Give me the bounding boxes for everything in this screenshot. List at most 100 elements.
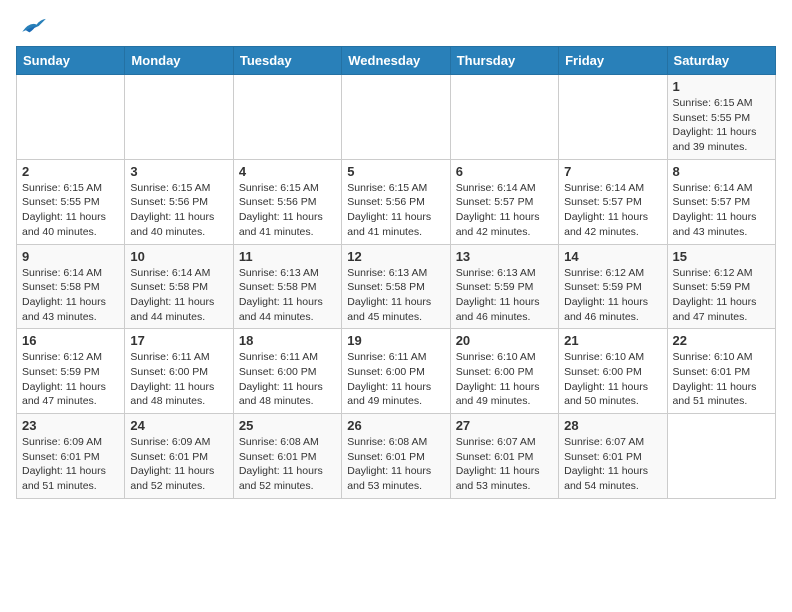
day-info: Sunrise: 6:14 AMSunset: 5:58 PMDaylight:…: [130, 266, 227, 325]
day-number: 14: [564, 249, 661, 264]
day-info: Sunrise: 6:11 AMSunset: 6:00 PMDaylight:…: [130, 350, 227, 409]
calendar-cell: 24 Sunrise: 6:09 AMSunset: 6:01 PMDayligh…: [125, 414, 233, 499]
day-number: 10: [130, 249, 227, 264]
day-info: Sunrise: 6:08 AMSunset: 6:01 PMDaylight:…: [239, 435, 336, 494]
day-info: Sunrise: 6:10 AMSunset: 6:01 PMDaylight:…: [673, 350, 770, 409]
day-number: 25: [239, 418, 336, 433]
day-number: 22: [673, 333, 770, 348]
calendar-cell: 8 Sunrise: 6:14 AMSunset: 5:57 PMDaylight…: [667, 159, 775, 244]
day-info: Sunrise: 6:12 AMSunset: 5:59 PMDaylight:…: [22, 350, 119, 409]
day-number: 23: [22, 418, 119, 433]
calendar-cell: 1 Sunrise: 6:15 AMSunset: 5:55 PMDaylight…: [667, 75, 775, 160]
day-info: Sunrise: 6:11 AMSunset: 6:00 PMDaylight:…: [347, 350, 444, 409]
logo: [16, 16, 48, 36]
day-info: Sunrise: 6:12 AMSunset: 5:59 PMDaylight:…: [673, 266, 770, 325]
calendar-cell: 5 Sunrise: 6:15 AMSunset: 5:56 PMDaylight…: [342, 159, 450, 244]
calendar-cell: 7 Sunrise: 6:14 AMSunset: 5:57 PMDaylight…: [559, 159, 667, 244]
day-number: 3: [130, 164, 227, 179]
calendar-cell: 2 Sunrise: 6:15 AMSunset: 5:55 PMDaylight…: [17, 159, 125, 244]
day-info: Sunrise: 6:15 AMSunset: 5:56 PMDaylight:…: [239, 181, 336, 240]
calendar-header-monday: Monday: [125, 47, 233, 75]
day-number: 13: [456, 249, 553, 264]
calendar-week-2: 2 Sunrise: 6:15 AMSunset: 5:55 PMDaylight…: [17, 159, 776, 244]
calendar-cell: [233, 75, 341, 160]
day-number: 8: [673, 164, 770, 179]
calendar-cell: 15 Sunrise: 6:12 AMSunset: 5:59 PMDayligh…: [667, 244, 775, 329]
day-number: 17: [130, 333, 227, 348]
calendar-cell: [667, 414, 775, 499]
day-info: Sunrise: 6:08 AMSunset: 6:01 PMDaylight:…: [347, 435, 444, 494]
calendar-cell: [559, 75, 667, 160]
calendar-cell: 12 Sunrise: 6:13 AMSunset: 5:58 PMDayligh…: [342, 244, 450, 329]
calendar-cell: 6 Sunrise: 6:14 AMSunset: 5:57 PMDaylight…: [450, 159, 558, 244]
day-info: Sunrise: 6:07 AMSunset: 6:01 PMDaylight:…: [564, 435, 661, 494]
logo-bird-icon: [18, 16, 48, 36]
day-number: 4: [239, 164, 336, 179]
calendar-cell: [125, 75, 233, 160]
day-info: Sunrise: 6:14 AMSunset: 5:57 PMDaylight:…: [564, 181, 661, 240]
calendar-cell: 16 Sunrise: 6:12 AMSunset: 5:59 PMDayligh…: [17, 329, 125, 414]
day-info: Sunrise: 6:11 AMSunset: 6:00 PMDaylight:…: [239, 350, 336, 409]
day-info: Sunrise: 6:14 AMSunset: 5:57 PMDaylight:…: [673, 181, 770, 240]
calendar-cell: 27 Sunrise: 6:07 AMSunset: 6:01 PMDayligh…: [450, 414, 558, 499]
day-info: Sunrise: 6:10 AMSunset: 6:00 PMDaylight:…: [564, 350, 661, 409]
day-info: Sunrise: 6:09 AMSunset: 6:01 PMDaylight:…: [22, 435, 119, 494]
day-number: 5: [347, 164, 444, 179]
calendar-cell: 13 Sunrise: 6:13 AMSunset: 5:59 PMDayligh…: [450, 244, 558, 329]
day-info: Sunrise: 6:14 AMSunset: 5:57 PMDaylight:…: [456, 181, 553, 240]
calendar-cell: [450, 75, 558, 160]
calendar-header-sunday: Sunday: [17, 47, 125, 75]
calendar-cell: 10 Sunrise: 6:14 AMSunset: 5:58 PMDayligh…: [125, 244, 233, 329]
calendar-cell: 26 Sunrise: 6:08 AMSunset: 6:01 PMDayligh…: [342, 414, 450, 499]
day-info: Sunrise: 6:13 AMSunset: 5:58 PMDaylight:…: [239, 266, 336, 325]
day-info: Sunrise: 6:14 AMSunset: 5:58 PMDaylight:…: [22, 266, 119, 325]
calendar-cell: 17 Sunrise: 6:11 AMSunset: 6:00 PMDayligh…: [125, 329, 233, 414]
day-info: Sunrise: 6:15 AMSunset: 5:56 PMDaylight:…: [347, 181, 444, 240]
day-number: 2: [22, 164, 119, 179]
day-number: 11: [239, 249, 336, 264]
calendar-cell: 18 Sunrise: 6:11 AMSunset: 6:00 PMDayligh…: [233, 329, 341, 414]
calendar-header-tuesday: Tuesday: [233, 47, 341, 75]
calendar-cell: [17, 75, 125, 160]
day-info: Sunrise: 6:09 AMSunset: 6:01 PMDaylight:…: [130, 435, 227, 494]
day-info: Sunrise: 6:15 AMSunset: 5:55 PMDaylight:…: [673, 96, 770, 155]
calendar-header-friday: Friday: [559, 47, 667, 75]
day-number: 7: [564, 164, 661, 179]
day-info: Sunrise: 6:13 AMSunset: 5:58 PMDaylight:…: [347, 266, 444, 325]
day-info: Sunrise: 6:13 AMSunset: 5:59 PMDaylight:…: [456, 266, 553, 325]
day-number: 24: [130, 418, 227, 433]
day-number: 9: [22, 249, 119, 264]
calendar-header-wednesday: Wednesday: [342, 47, 450, 75]
day-number: 18: [239, 333, 336, 348]
day-number: 26: [347, 418, 444, 433]
day-number: 21: [564, 333, 661, 348]
calendar-cell: [342, 75, 450, 160]
calendar-header-row: SundayMondayTuesdayWednesdayThursdayFrid…: [17, 47, 776, 75]
day-number: 16: [22, 333, 119, 348]
day-number: 6: [456, 164, 553, 179]
calendar-week-4: 16 Sunrise: 6:12 AMSunset: 5:59 PMDayligh…: [17, 329, 776, 414]
calendar-cell: 14Sunrise: 6:12 AMSunset: 5:59 PMDayligh…: [559, 244, 667, 329]
calendar-cell: 22 Sunrise: 6:10 AMSunset: 6:01 PMDayligh…: [667, 329, 775, 414]
calendar-cell: 19 Sunrise: 6:11 AMSunset: 6:00 PMDayligh…: [342, 329, 450, 414]
day-number: 1: [673, 79, 770, 94]
calendar-cell: 21 Sunrise: 6:10 AMSunset: 6:00 PMDayligh…: [559, 329, 667, 414]
day-info: Sunrise: 6:15 AMSunset: 5:55 PMDaylight:…: [22, 181, 119, 240]
calendar-cell: 28 Sunrise: 6:07 AMSunset: 6:01 PMDayligh…: [559, 414, 667, 499]
calendar-week-5: 23 Sunrise: 6:09 AMSunset: 6:01 PMDayligh…: [17, 414, 776, 499]
day-info: Sunrise: 6:10 AMSunset: 6:00 PMDaylight:…: [456, 350, 553, 409]
page-header: [16, 16, 776, 36]
day-info: Sunrise: 6:07 AMSunset: 6:01 PMDaylight:…: [456, 435, 553, 494]
calendar-cell: 4 Sunrise: 6:15 AMSunset: 5:56 PMDaylight…: [233, 159, 341, 244]
day-info: Sunrise: 6:15 AMSunset: 5:56 PMDaylight:…: [130, 181, 227, 240]
day-number: 19: [347, 333, 444, 348]
calendar-cell: 25 Sunrise: 6:08 AMSunset: 6:01 PMDayligh…: [233, 414, 341, 499]
day-number: 27: [456, 418, 553, 433]
calendar-cell: 11 Sunrise: 6:13 AMSunset: 5:58 PMDayligh…: [233, 244, 341, 329]
day-number: 28: [564, 418, 661, 433]
day-number: 12: [347, 249, 444, 264]
day-number: 15: [673, 249, 770, 264]
calendar-cell: 9 Sunrise: 6:14 AMSunset: 5:58 PMDaylight…: [17, 244, 125, 329]
calendar-week-1: 1 Sunrise: 6:15 AMSunset: 5:55 PMDaylight…: [17, 75, 776, 160]
calendar-cell: 23 Sunrise: 6:09 AMSunset: 6:01 PMDayligh…: [17, 414, 125, 499]
